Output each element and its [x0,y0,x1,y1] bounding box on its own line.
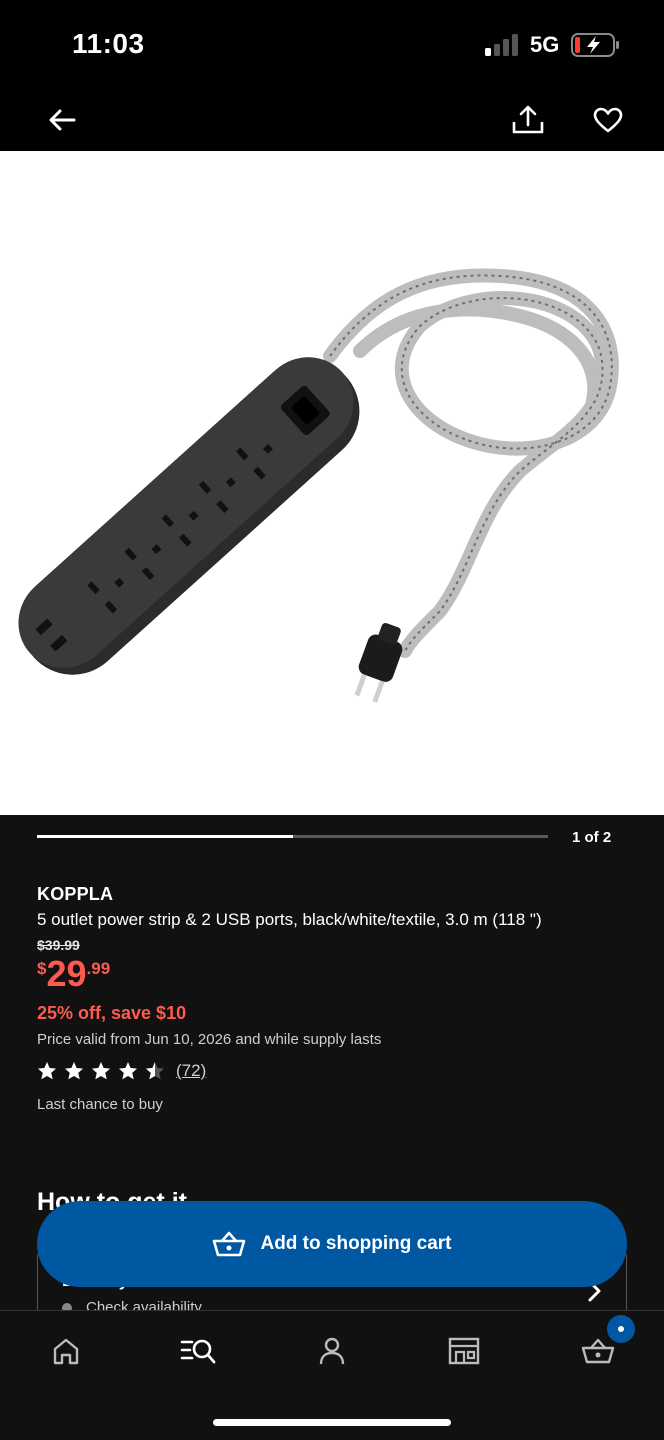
price-currency: $ [37,959,47,978]
availability-note: Last chance to buy [37,1096,163,1113]
page-indicator: 1 of 2 [572,829,612,846]
battery-charging-icon [571,33,619,57]
price-validity: Price valid from Jun 10, 2026 and while … [37,1031,382,1048]
back-button[interactable] [40,98,84,142]
cart-icon [581,1338,615,1364]
add-to-cart-button[interactable]: Add to shopping cart [37,1201,627,1287]
favorite-button[interactable] [586,98,630,142]
basket-icon [213,1231,246,1257]
product-image[interactable] [0,151,664,815]
carousel-progress-fill [37,835,293,838]
cart-badge-dot [618,1326,624,1332]
network-type: 5G [530,32,560,57]
heart-icon [593,107,623,133]
price-integer: 29 [46,953,87,994]
top-navigation [0,90,664,151]
star-full-icon [65,1062,83,1080]
home-icon [53,1338,79,1365]
image-carousel-indicator: 1 of 2 [0,815,664,860]
tab-store[interactable] [442,1329,486,1373]
tab-profile[interactable] [310,1329,354,1373]
old-price: $39.99 [37,937,80,953]
star-full-icon [92,1062,110,1080]
current-price: $ 29 .99 [37,955,637,995]
signal-bars-icon [485,34,518,56]
tab-search[interactable] [176,1329,220,1373]
review-count-link[interactable]: (72) [176,1061,206,1081]
rating-stars [37,1061,172,1081]
star-full-icon [38,1062,56,1080]
share-icon [512,105,544,134]
store-icon [448,1337,480,1365]
discount-text: 25% off, save $10 [37,1003,187,1023]
search-icon [180,1339,216,1364]
product-brand: KOPPLA [37,884,114,904]
star-half-icon [146,1062,164,1080]
status-time: 11:03 [72,28,145,59]
product-info: KOPPLA 5 outlet power strip & 2 USB port… [37,884,637,1113]
home-indicator [213,1419,451,1426]
price-decimal: .99 [86,959,111,978]
status-bar: 11:03 5G [0,0,664,90]
tab-home[interactable] [44,1329,88,1373]
add-to-cart-label: Add to shopping cart [260,1233,452,1254]
carousel-progress-track [37,835,548,838]
power-strip-illustration [18,268,619,703]
share-button[interactable] [506,98,550,142]
arrow-left-icon [49,109,76,131]
rating[interactable]: (72) [37,1060,637,1082]
product-description: 5 outlet power strip & 2 USB ports, blac… [37,910,542,929]
profile-icon [319,1337,345,1365]
star-full-icon [119,1062,137,1080]
cart-badge [607,1315,635,1343]
